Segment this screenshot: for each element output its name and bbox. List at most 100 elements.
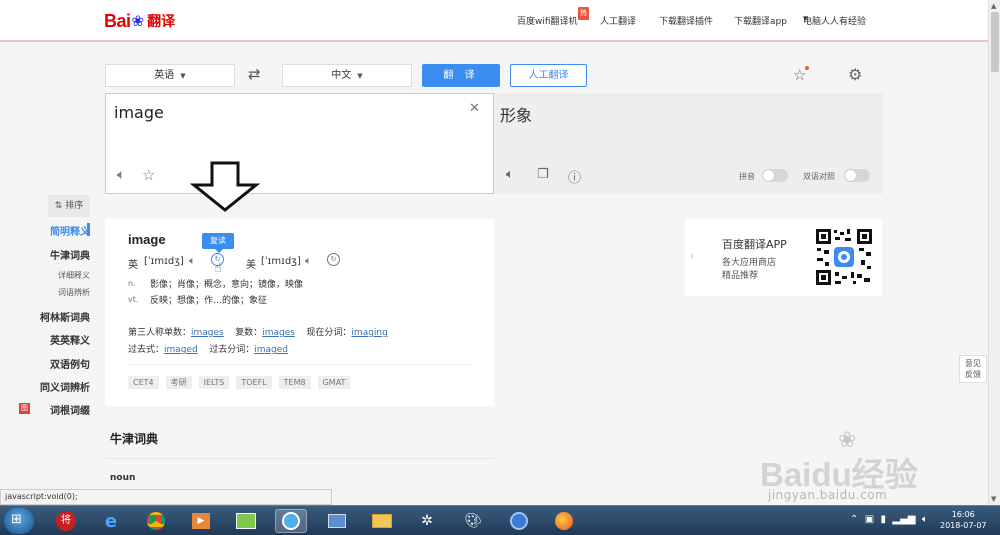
exam-tag: CET4 [128,376,159,389]
favorites-icon[interactable]: ☆ [793,66,810,84]
sidebar-item-detailed[interactable]: 详细释义 [58,270,90,281]
speaker-icon[interactable]: 🔈︎ [506,167,514,182]
human-translation-button[interactable]: 人工翻译 [510,64,587,87]
caret-down-icon: ▾ [803,14,808,24]
scroll-down-icon[interactable]: ▼ [991,495,996,503]
photo-viewer-icon[interactable] [230,509,262,533]
promo-line: 精品推荐 [722,271,759,281]
sense-pos: n. [128,279,136,288]
baidu-jingyan-watermark: ❀ Baidu经验 jingyan.baidu.com [760,428,960,508]
target-language-select[interactable]: 中文 ▼ [282,64,412,87]
windows-taskbar: 将 e ▶ ✲ 🎨︎ ⌃ ▣ ▮ ▂▄▆ 🔈︎ 16:06 2018-07-07 [0,505,1000,535]
network-app-icon[interactable] [503,509,535,533]
oxford-section-title: 牛津词典 [110,432,159,446]
remote-desktop-icon[interactable] [321,509,353,533]
form-link-plural[interactable]: images [262,328,295,338]
us-repeat-icon[interactable]: ↻ [327,253,340,266]
caret-down-icon: ▼ [357,72,363,80]
nav-download-plugin[interactable]: 下载翻译插件 [659,14,713,27]
sidebar-item-collins[interactable]: 柯林斯词典 [40,309,90,324]
sidebar-item-en-en[interactable]: 英英释义 [50,332,90,347]
hand-cursor-icon: ☝ [214,261,222,276]
translate-button[interactable]: 翻 译 [422,64,500,87]
us-speaker-icon[interactable]: 🔈︎ [305,254,312,268]
form-link-past[interactable]: imaged [164,345,198,355]
speaker-icon[interactable]: 🔈︎ [117,167,125,183]
sidebar-item-concise[interactable]: 简明释义 [50,223,90,238]
sidebar-item-distinction[interactable]: 词语辨析 [58,287,90,298]
top-navbar: Bai ❀ 翻译 百度wifi翻译机 人工翻译 下载翻译插件 下载翻译app 电… [0,0,988,42]
exam-tag: IELTS [198,376,230,389]
word-forms-row: 第三人称单数：images 复数：images 现在分词：imaging [128,328,388,338]
form-link-past-participle[interactable]: imaged [254,345,288,355]
exam-tags: CET4 考研 IELTS TOEFL TEM8 GMAT [128,376,351,389]
bilingual-toggle[interactable] [844,169,870,182]
sense-definition: 影像；肖像；概念，意向；镜像，映像 [150,280,304,290]
repeat-tooltip: 复读 [202,233,234,253]
active-indicator [87,223,90,236]
media-player-icon[interactable]: ▶ [185,509,217,533]
scroll-up-icon[interactable]: ▲ [991,2,996,10]
us-label: 美 [246,260,256,271]
exam-tag: GMAT [317,376,351,389]
clock-time: 16:06 [951,510,975,519]
uk-speaker-icon[interactable]: 🔈︎ [189,254,196,268]
system-tray[interactable]: ⌃ ▣ ▮ ▂▄▆ 🔈︎ [850,514,928,525]
pinwheel-app-icon[interactable]: ✲ [411,509,443,533]
nav-human-translation[interactable]: 人工翻译 [600,14,636,27]
exam-tag: 考研 [165,376,192,389]
help-icon[interactable]: ⓘ [568,167,581,186]
source-text[interactable]: image [114,103,164,122]
nav-wifi-translator[interactable]: 百度wifi翻译机 [517,14,578,27]
scrollbar-thumb[interactable] [991,12,999,72]
word-forms-row: 过去式：imaged 过去分词：imaged [128,345,288,355]
pinyin-label: 拼音 [739,172,755,181]
browser-taskbar-icon[interactable] [275,509,307,533]
divider [105,458,494,459]
caret-down-icon: ▼ [180,72,186,80]
firefox-icon[interactable] [548,509,580,533]
chrome-icon[interactable] [140,509,172,533]
exam-tag: TEM8 [278,376,311,389]
uk-phonetic: [ˈɪmɪdʒ] [144,256,184,267]
taskbar-clock[interactable]: 16:06 2018-07-07 [940,509,987,531]
promo-title: 百度翻译APP [722,238,787,251]
sidebar-item-oxford[interactable]: 牛津词典 [50,247,90,262]
translation-output-area: 形象 🔈︎ ❐ ⓘ 拼音 双语对照 [494,93,883,194]
headword: image [128,232,166,247]
feedback-button[interactable]: 意见 反馈 [959,355,987,383]
form-link-third-person[interactable]: images [191,328,224,338]
us-phonetic: [ˈɪmɪdʒ] [261,256,301,267]
watermark-url: jingyan.baidu.com [768,488,888,502]
app-promo-card[interactable]: › 百度翻译APP 各大应用商店 精品推荐 [685,219,882,296]
browser-status-bar: javascript:void(0); [0,489,332,505]
nav-download-app[interactable]: 下载翻译app [734,14,787,27]
clear-icon[interactable]: ✕ [469,101,480,116]
chess-app-icon[interactable]: 将 [50,509,82,533]
notification-dot [805,66,810,70]
chevron-right-icon[interactable]: › [690,249,694,262]
sort-button[interactable]: ⇅ 排序 [48,195,90,217]
settings-gear-icon[interactable]: ⚙ [848,65,862,84]
sidebar-item-examples[interactable]: 双语例句 [50,356,90,371]
star-icon[interactable]: ☆ [142,166,155,184]
qr-code-icon [815,228,873,286]
swap-languages-icon[interactable]: ⇄ [248,65,261,83]
sense-pos: vt. [128,295,139,304]
vertical-scrollbar[interactable]: ▲ ▼ [988,0,1000,505]
file-explorer-icon[interactable] [366,509,398,533]
dictionary-result-card: image 英 [ˈɪmɪdʒ] 🔈︎ ↻ 美 [ˈɪmɪdʒ] 🔈︎ ↻ n.… [105,219,494,406]
pinyin-toggle[interactable] [762,169,788,182]
sidebar-item-roots[interactable]: 词根词缀 [50,402,90,417]
uk-label: 英 [128,260,138,271]
internet-explorer-icon[interactable]: e [95,509,127,533]
source-text-area[interactable]: image ✕ 🔈︎ ☆ [105,93,494,194]
form-link-present-participle[interactable]: imaging [351,328,387,338]
paint-icon[interactable]: 🎨︎ [457,509,489,533]
copy-icon[interactable]: ❐ [537,167,549,182]
start-button[interactable] [4,508,34,534]
clock-date: 2018-07-07 [940,521,987,530]
sense-definition: 反映；想像；作…的像；象征 [150,296,268,306]
sidebar-item-synonyms[interactable]: 同义词辨析 [40,379,90,394]
source-language-select[interactable]: 英语 ▼ [105,64,235,87]
